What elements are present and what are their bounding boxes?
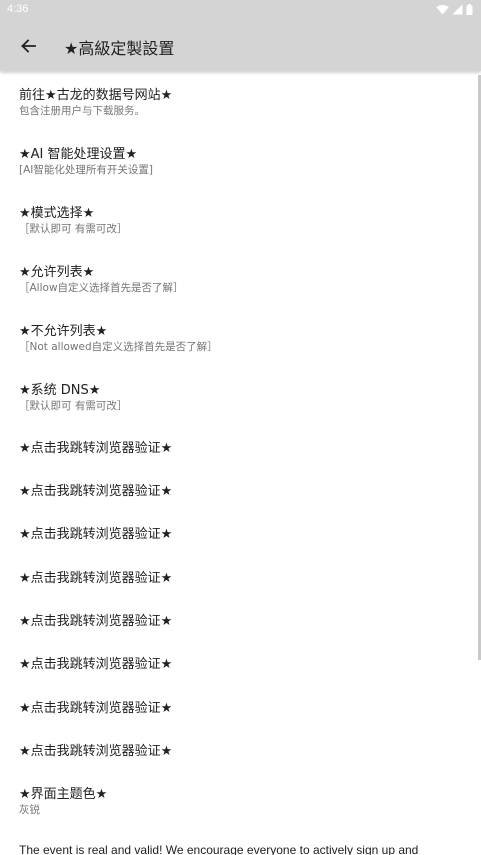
setting-item-browser-verify[interactable]: ★点击我跳转浏览器验证★ xyxy=(0,555,481,598)
page-title: ★高級定製設置 xyxy=(64,39,175,58)
setting-title: ★点击我跳转浏览器验证★ xyxy=(19,701,173,716)
setting-item-browser-verify[interactable]: ★点击我跳转浏览器验证★ xyxy=(0,511,481,555)
battery-icon xyxy=(466,4,473,15)
setting-item-ai[interactable]: ★AI 智能处理设置★ [AI智能化处理所有开关设置] xyxy=(0,130,481,189)
status-bar: 4:36 xyxy=(0,0,481,20)
setting-item-mode[interactable]: ★模式选择★ ［默认即可 有需可改］ xyxy=(0,189,481,248)
setting-item-disallow-list[interactable]: ★不允许列表★ ［Not allowed自定义选择首先是否了解］ xyxy=(0,307,481,366)
setting-item-browser-verify[interactable]: ★点击我跳转浏览器验证★ xyxy=(0,425,481,468)
setting-item-theme-color[interactable]: ★界面主题色★ 灰锐 xyxy=(0,771,481,831)
setting-item-system-dns[interactable]: ★系统 DNS★ ［默认即可 有需可改］ xyxy=(0,366,481,425)
setting-title: ★点击我跳转浏览器验证★ xyxy=(19,441,173,456)
setting-item-browser-verify[interactable]: ★点击我跳转浏览器验证★ xyxy=(0,685,481,728)
footer-notice: The event is real and valid! We encourag… xyxy=(19,843,419,855)
setting-title: ★点击我跳转浏览器验证★ xyxy=(19,744,173,759)
setting-item-browser-verify[interactable]: ★点击我跳转浏览器验证★ xyxy=(0,641,481,685)
setting-summary: 包含注册用户与下载服务。 xyxy=(19,105,145,117)
setting-item-browser-verify[interactable]: ★点击我跳转浏览器验证★ xyxy=(0,728,481,771)
setting-title: ★点击我跳转浏览器验证★ xyxy=(19,614,173,629)
setting-title: ★点击我跳转浏览器验证★ xyxy=(19,657,173,672)
setting-summary: ［Allow自定义选择首先是否了解］ xyxy=(19,282,184,294)
setting-title: ★模式选择★ xyxy=(19,206,95,221)
setting-item-browser-verify[interactable]: ★点击我跳转浏览器验证★ xyxy=(0,468,481,511)
setting-summary: [AI智能化处理所有开关设置] xyxy=(19,164,153,176)
setting-title: ★不允许列表★ xyxy=(19,324,108,339)
setting-title: ★AI 智能处理设置★ xyxy=(19,147,138,162)
setting-title: ★允许列表★ xyxy=(19,265,95,280)
setting-title: ★点击我跳转浏览器验证★ xyxy=(19,571,173,586)
signal-icon xyxy=(452,4,463,15)
setting-summary: ［默认即可 有需可改］ xyxy=(19,223,128,235)
setting-item-browser-verify[interactable]: ★点击我跳转浏览器验证★ xyxy=(0,598,481,641)
setting-summary: ［Not allowed自定义选择首先是否了解］ xyxy=(19,341,218,353)
setting-title: 前往★古龙的数据号网站★ xyxy=(19,88,173,103)
arrow-back-icon xyxy=(21,39,36,53)
setting-summary: ［默认即可 有需可改］ xyxy=(19,400,128,412)
app-bar: ★高級定製設置 xyxy=(0,20,481,71)
setting-summary: 灰锐 xyxy=(19,804,40,816)
setting-item-website[interactable]: 前往★古龙的数据号网站★ 包含注册用户与下载服务。 xyxy=(0,71,481,130)
wifi-icon xyxy=(436,4,449,15)
setting-title: ★界面主题色★ xyxy=(19,787,108,802)
setting-title: ★系统 DNS★ xyxy=(19,383,101,398)
status-icons xyxy=(436,4,473,15)
status-time: 4:36 xyxy=(7,3,29,15)
setting-title: ★点击我跳转浏览器验证★ xyxy=(19,527,173,542)
screen: 4:36 ★高級定製設置 前往★古龙的数据号网站★ 包含注册用户与下载服务。 ★… xyxy=(0,0,481,855)
setting-title: ★点击我跳转浏览器验证★ xyxy=(19,484,173,499)
setting-item-allow-list[interactable]: ★允许列表★ ［Allow自定义选择首先是否了解］ xyxy=(0,248,481,307)
back-button[interactable] xyxy=(14,33,42,59)
